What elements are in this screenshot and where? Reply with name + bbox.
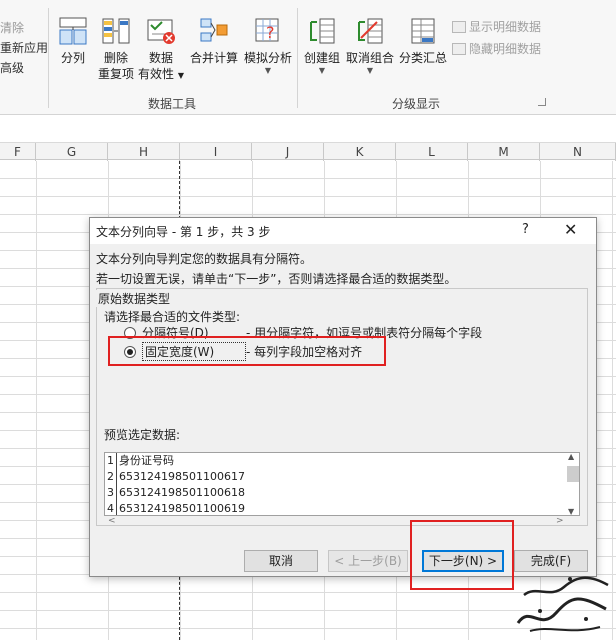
group-button[interactable]: 创建组 ▼	[302, 16, 342, 76]
column-header[interactable]: J	[252, 143, 324, 161]
wizard-info-line-1: 文本分列向导判定您的数据具有分隔符。	[96, 252, 313, 266]
scroll-down-icon[interactable]: ▼	[568, 507, 574, 516]
data-validation-icon	[147, 19, 175, 44]
consolidate-label: 合并计算	[189, 51, 238, 65]
data-preview[interactable]: 1 身份证号码 2 653124198501100617 3 653124198501…	[104, 452, 580, 516]
data-tools-group-label: 数据工具	[148, 97, 197, 111]
help-icon[interactable]: ?	[522, 222, 529, 237]
ungroup-button[interactable]: 取消组合 ▼	[344, 16, 396, 76]
column-header[interactable]: K	[324, 143, 396, 161]
hide-detail-button[interactable]: 隐藏明细数据	[452, 40, 541, 57]
what-if-analysis-label: 模拟分析	[243, 51, 292, 65]
wizard-info-line-2: 若一切设置无误，请单击“下一步”，否则请选择最合适的数据类型。	[96, 272, 457, 286]
preview-row: 2 653124198501100617	[105, 469, 565, 485]
watermark-logo	[516, 576, 609, 632]
remove-duplicates-label-1: 删除	[103, 51, 128, 65]
ungroup-label: 取消组合	[345, 51, 394, 65]
hide-detail-label: 隐藏明细数据	[469, 42, 542, 56]
back-button[interactable]: < 上一步(B)	[328, 550, 408, 572]
data-validation-label-2: 有效性	[138, 67, 175, 81]
preview-row-number: 2	[105, 469, 117, 485]
remove-duplicates-icon	[102, 18, 130, 44]
dialog-title: 文本分列向导 - 第 1 步，共 3 步	[96, 225, 271, 239]
advanced-command[interactable]: 高级	[0, 58, 48, 78]
preview-row: 3 653124198501100618	[105, 485, 565, 501]
preview-label: 预览选定数据:	[104, 428, 181, 442]
show-detail-icon	[452, 20, 466, 33]
dialog-titlebar[interactable]: 文本分列向导 - 第 1 步，共 3 步 ? ✕	[90, 218, 596, 244]
text-to-columns-icon	[59, 17, 87, 45]
group-separator	[48, 8, 49, 108]
ungroup-icon	[358, 18, 383, 44]
hide-detail-icon	[452, 42, 466, 55]
column-header[interactable]: M	[468, 143, 540, 161]
column-header[interactable]: N	[540, 143, 616, 161]
file-type-prompt: 请选择最合适的文件类型:	[104, 310, 241, 324]
reapply-command[interactable]: 重新应用	[0, 38, 48, 58]
preview-row-number: 1	[105, 453, 117, 469]
scroll-thumb[interactable]	[567, 466, 579, 482]
column-header[interactable]: L	[396, 143, 468, 161]
close-icon[interactable]: ✕	[564, 220, 577, 239]
ribbon: 清除 重新应用 高级 分列 删除 重复项 数据 有效性 ▼ 合并计算 ? 模拟分…	[0, 0, 616, 115]
fixed-width-highlight	[108, 336, 386, 366]
preview-row: 4 653124198501100619	[105, 501, 565, 515]
preview-row: 1 身份证号码	[105, 453, 565, 469]
what-if-analysis-button[interactable]: ? 模拟分析 ▼	[242, 16, 294, 76]
text-import-wizard-dialog: 文本分列向导 - 第 1 步，共 3 步 ? ✕ 文本分列向导判定您的数据具有分…	[89, 217, 597, 577]
consolidate-button[interactable]: 合并计算	[188, 16, 240, 66]
preview-row-number: 3	[105, 485, 117, 501]
show-detail-button[interactable]: 显示明细数据	[452, 18, 541, 35]
text-to-columns-label: 分列	[60, 51, 85, 65]
chevron-down-icon: ▼	[177, 71, 184, 80]
show-detail-label: 显示明细数据	[469, 20, 542, 34]
preview-row-text: 身份证号码	[119, 454, 174, 467]
data-validation-button[interactable]: 数据 有效性 ▼	[138, 16, 184, 84]
subtotal-button[interactable]: 分类汇总	[398, 16, 448, 66]
preview-row-number: 4	[105, 501, 117, 515]
clear-command[interactable]: 清除	[0, 18, 48, 38]
group-separator	[297, 8, 298, 108]
column-header[interactable]: H	[108, 143, 180, 161]
column-header-row: F G H I J K L M N	[0, 142, 616, 161]
ribbon-cutoff-commands: 清除 重新应用 高级	[0, 18, 48, 78]
data-type-legend: 原始数据类型	[96, 290, 173, 307]
scroll-right-icon[interactable]: >	[556, 516, 564, 526]
preview-row-text: 653124198501100619	[119, 502, 245, 515]
group-icon	[310, 18, 335, 44]
remove-duplicates-label-2: 重复项	[97, 67, 134, 81]
subtotal-label: 分类汇总	[398, 51, 447, 65]
what-if-analysis-icon: ?	[255, 18, 279, 42]
chevron-down-icon: ▼	[366, 66, 374, 75]
column-header[interactable]: I	[180, 143, 252, 161]
data-validation-label-1: 数据	[148, 51, 173, 65]
next-button-highlight	[410, 520, 514, 590]
text-to-columns-button[interactable]: 分列	[56, 16, 90, 66]
scroll-left-icon[interactable]: <	[108, 516, 116, 526]
group-label: 创建组	[303, 51, 340, 65]
chevron-down-icon: ▼	[318, 66, 326, 75]
svg-text:?: ?	[266, 23, 275, 42]
scroll-up-icon[interactable]: ▲	[568, 452, 574, 461]
preview-vertical-scrollbar[interactable]: ▲ ▼	[566, 452, 580, 516]
outline-group-label: 分级显示	[392, 97, 441, 111]
chevron-down-icon: ▼	[264, 66, 272, 75]
remove-duplicates-button[interactable]: 删除 重复项	[96, 16, 136, 82]
dialog-launcher-icon[interactable]	[538, 98, 546, 106]
cancel-button[interactable]: 取消	[244, 550, 318, 572]
column-header[interactable]: F	[0, 143, 36, 161]
consolidate-icon	[200, 18, 228, 42]
preview-row-text: 653124198501100618	[119, 486, 245, 499]
subtotal-icon	[411, 18, 435, 44]
column-header[interactable]: G	[36, 143, 108, 161]
preview-row-text: 653124198501100617	[119, 470, 245, 483]
